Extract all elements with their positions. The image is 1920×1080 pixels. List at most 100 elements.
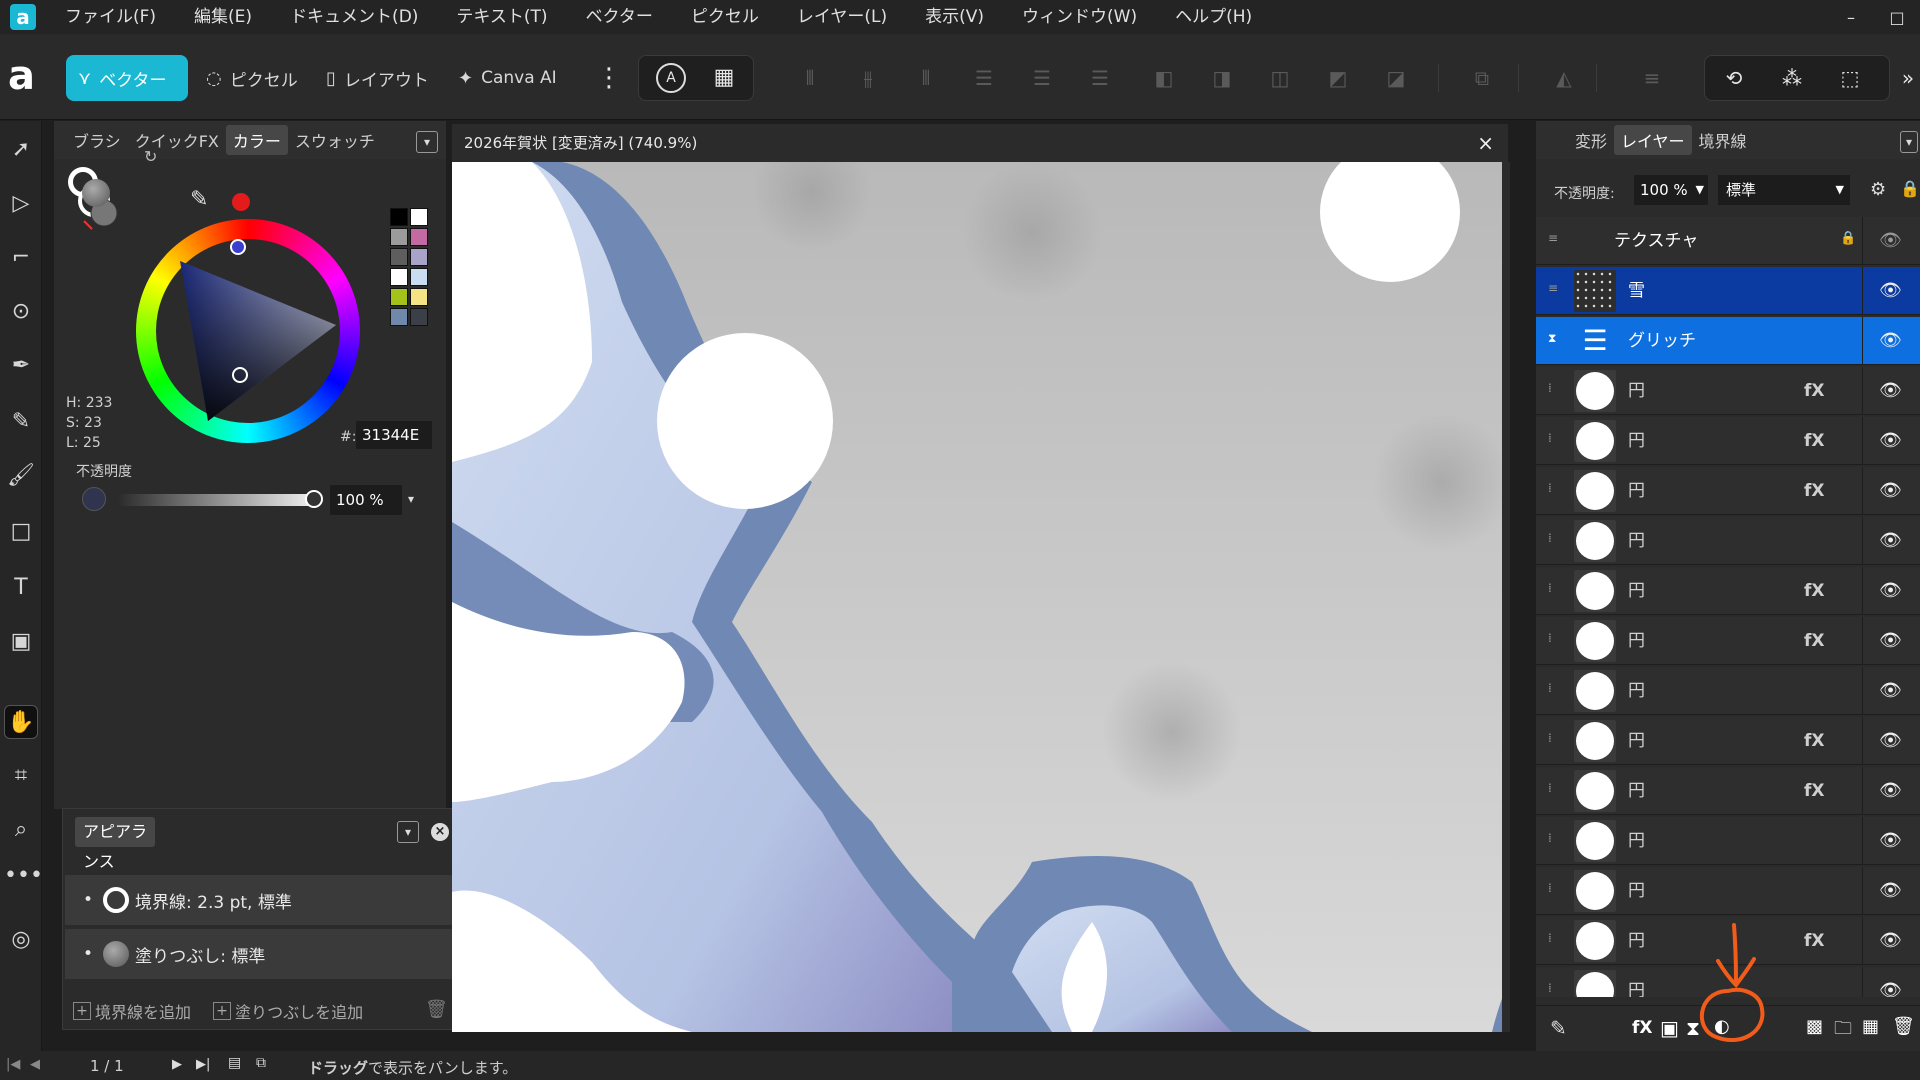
close-document-icon[interactable]: × xyxy=(1477,124,1494,162)
bounding-box-icon[interactable]: ⬚ xyxy=(1838,66,1862,90)
document-canvas[interactable] xyxy=(452,162,1510,1032)
maximize-button[interactable]: □ xyxy=(1874,0,1920,34)
align-middle-icon[interactable]: ☰ xyxy=(1030,66,1054,90)
node-icon[interactable]: ⁂ xyxy=(1780,66,1804,90)
saturation-triangle[interactable] xyxy=(156,239,340,423)
layer-expand-icon[interactable]: ≡ xyxy=(1548,231,1562,249)
node-tool-icon[interactable]: ▷ xyxy=(4,187,38,221)
hand-tool-icon[interactable]: ✋ xyxy=(4,705,38,739)
swatch[interactable] xyxy=(390,288,408,306)
visibility-eye-icon[interactable]: 👁 xyxy=(1862,917,1918,965)
opacity-dropdown-icon[interactable]: ▾ xyxy=(400,489,422,511)
boolean-intersect-icon[interactable]: ◫ xyxy=(1268,66,1292,90)
visibility-eye-icon[interactable]: 👁 xyxy=(1862,317,1918,365)
document-tab[interactable]: 2026年賀状 [変更済み] (740.9%) × xyxy=(452,124,1508,162)
drag-handle-icon[interactable]: ⁞ xyxy=(1548,481,1562,499)
menu-pixel[interactable]: ピクセル xyxy=(672,0,778,34)
visibility-eye-icon[interactable]: 👁 xyxy=(1862,867,1918,915)
visibility-eye-icon[interactable]: 👁 xyxy=(1862,667,1918,715)
swatch[interactable] xyxy=(390,228,408,246)
image-tool-icon[interactable]: ▣ xyxy=(4,625,38,659)
blend-mode-select[interactable]: 標準 ▼ xyxy=(1718,175,1850,205)
lock-icon[interactable]: 🔒 xyxy=(1840,231,1856,246)
layer-opacity-input[interactable]: 100 % ▼ xyxy=(1634,175,1708,205)
layer-row[interactable]: ⁞ 円 fX 👁 xyxy=(1536,717,1920,765)
last-page-icon[interactable]: ▶| xyxy=(196,1057,210,1072)
menu-layer[interactable]: レイヤー(L) xyxy=(778,0,906,34)
drag-handle-icon[interactable]: ⁞ xyxy=(1548,731,1562,749)
layers-panel-chevron-icon[interactable]: ▾ xyxy=(1900,131,1918,153)
eyedropper-tool-icon[interactable]: ⌕ xyxy=(4,813,38,847)
boolean-xor-icon[interactable]: ◩ xyxy=(1326,66,1350,90)
layer-row[interactable]: ⁞ 円 fX 👁 xyxy=(1536,367,1920,415)
drag-handle-icon[interactable]: ⁞ xyxy=(1548,431,1562,449)
fx-icon[interactable]: fX xyxy=(1804,567,1825,615)
tab-quickfx[interactable]: クイックFX xyxy=(128,125,226,155)
tab-color[interactable]: カラー xyxy=(225,125,288,155)
swap-colors-icon[interactable]: ↻ xyxy=(144,147,157,166)
corner-tool-icon[interactable]: ⌐ xyxy=(4,241,38,275)
boolean-add-icon[interactable]: ◧ xyxy=(1152,66,1176,90)
drag-handle-icon[interactable]: ⁞ xyxy=(1548,931,1562,949)
hue-picker-handle[interactable] xyxy=(230,239,246,255)
drag-handle-icon[interactable]: ⁞ xyxy=(1548,981,1562,997)
menu-file[interactable]: ファイル(F) xyxy=(46,0,175,34)
add-fill-button[interactable]: + 塗りつぶしを追加 xyxy=(213,999,363,1023)
fx-icon[interactable]: fX xyxy=(1804,367,1825,415)
align-left-icon[interactable]: ⫴ xyxy=(798,66,822,90)
tab-stroke[interactable]: 境界線 xyxy=(1692,125,1754,155)
pages-icon[interactable]: ⧉ xyxy=(256,1055,266,1071)
layer-row[interactable]: ⁞ 円 👁 xyxy=(1536,817,1920,865)
fx-icon[interactable]: fX xyxy=(1804,467,1825,515)
menu-edit[interactable]: 編集(E) xyxy=(175,0,271,34)
swatch[interactable] xyxy=(390,308,408,326)
text-frame-icon[interactable]: A xyxy=(656,63,686,93)
stroke-fill-swatch[interactable] xyxy=(64,159,114,209)
layer-row[interactable]: ⁞ 円 fX 👁 xyxy=(1536,567,1920,615)
visibility-eye-icon[interactable]: 👁 xyxy=(1862,567,1918,615)
trash-icon[interactable]: 🗑 xyxy=(1892,1016,1915,1037)
align-bottom-icon[interactable]: ☰ xyxy=(1088,66,1112,90)
fx-icon[interactable]: fX xyxy=(1804,617,1825,665)
drag-handle-icon[interactable]: ⁞ xyxy=(1548,831,1562,849)
boolean-subtract-icon[interactable]: ◨ xyxy=(1210,66,1234,90)
visibility-eye-icon[interactable]: 👁 xyxy=(1862,367,1918,415)
recent-swatches[interactable] xyxy=(390,208,432,328)
order-icon[interactable]: ≡ xyxy=(1640,66,1664,90)
lock-icon[interactable]: 🔒 xyxy=(1900,179,1920,198)
rectangle-tool-icon[interactable]: □ xyxy=(4,515,38,549)
pencil-tool-icon[interactable]: ✎ xyxy=(4,405,38,439)
swatch[interactable] xyxy=(410,228,428,246)
pen-tool-icon[interactable]: ✒ xyxy=(4,349,38,383)
prev-page-icon[interactable]: ◀ xyxy=(30,1057,40,1072)
first-page-icon[interactable]: |◀ xyxy=(6,1057,20,1072)
more-tools-icon[interactable]: ••• xyxy=(4,859,43,893)
visibility-eye-icon[interactable]: 👁 xyxy=(1862,267,1918,315)
overflow-icon[interactable]: » xyxy=(1900,66,1916,90)
swatch[interactable] xyxy=(410,248,428,266)
layer-row[interactable]: ⧗ ☰ グリッチ 👁 xyxy=(1536,317,1920,365)
swatch[interactable] xyxy=(390,248,408,266)
visibility-eye-icon[interactable]: 👁 xyxy=(1862,617,1918,665)
edit-icon[interactable]: ✎ xyxy=(1550,1016,1567,1040)
visibility-eye-icon[interactable]: 👁 xyxy=(1862,417,1918,465)
text-tool-icon[interactable]: T xyxy=(4,571,38,605)
stroke-fill-icon[interactable]: ◎ xyxy=(4,923,38,957)
menu-view[interactable]: 表示(V) xyxy=(906,0,1003,34)
trash-icon[interactable]: 🗑 xyxy=(425,999,448,1020)
menu-window[interactable]: ウィンドウ(W) xyxy=(1003,0,1156,34)
drag-handle-icon[interactable]: ⁞ xyxy=(1548,381,1562,399)
transform-rotate-icon[interactable]: ⟲ xyxy=(1722,66,1746,90)
eyedropper-icon[interactable]: ✎ xyxy=(190,187,208,212)
persona-canva-ai[interactable]: ✦ Canva AI xyxy=(446,55,569,101)
swatch[interactable] xyxy=(410,288,428,306)
boolean-divide-icon[interactable]: ◪ xyxy=(1384,66,1408,90)
fx-icon[interactable]: fX xyxy=(1804,767,1825,815)
flip-icon[interactable]: ◭ xyxy=(1552,66,1576,90)
drag-handle-icon[interactable]: ⁞ xyxy=(1548,681,1562,699)
layer-row[interactable]: ⁞ 円 👁 xyxy=(1536,867,1920,915)
swatch[interactable] xyxy=(410,268,428,286)
menu-vector[interactable]: ベクター xyxy=(567,0,672,34)
drag-handle-icon[interactable]: ⁞ xyxy=(1548,781,1562,799)
drag-handle-icon[interactable]: ⁞ xyxy=(1548,881,1562,899)
